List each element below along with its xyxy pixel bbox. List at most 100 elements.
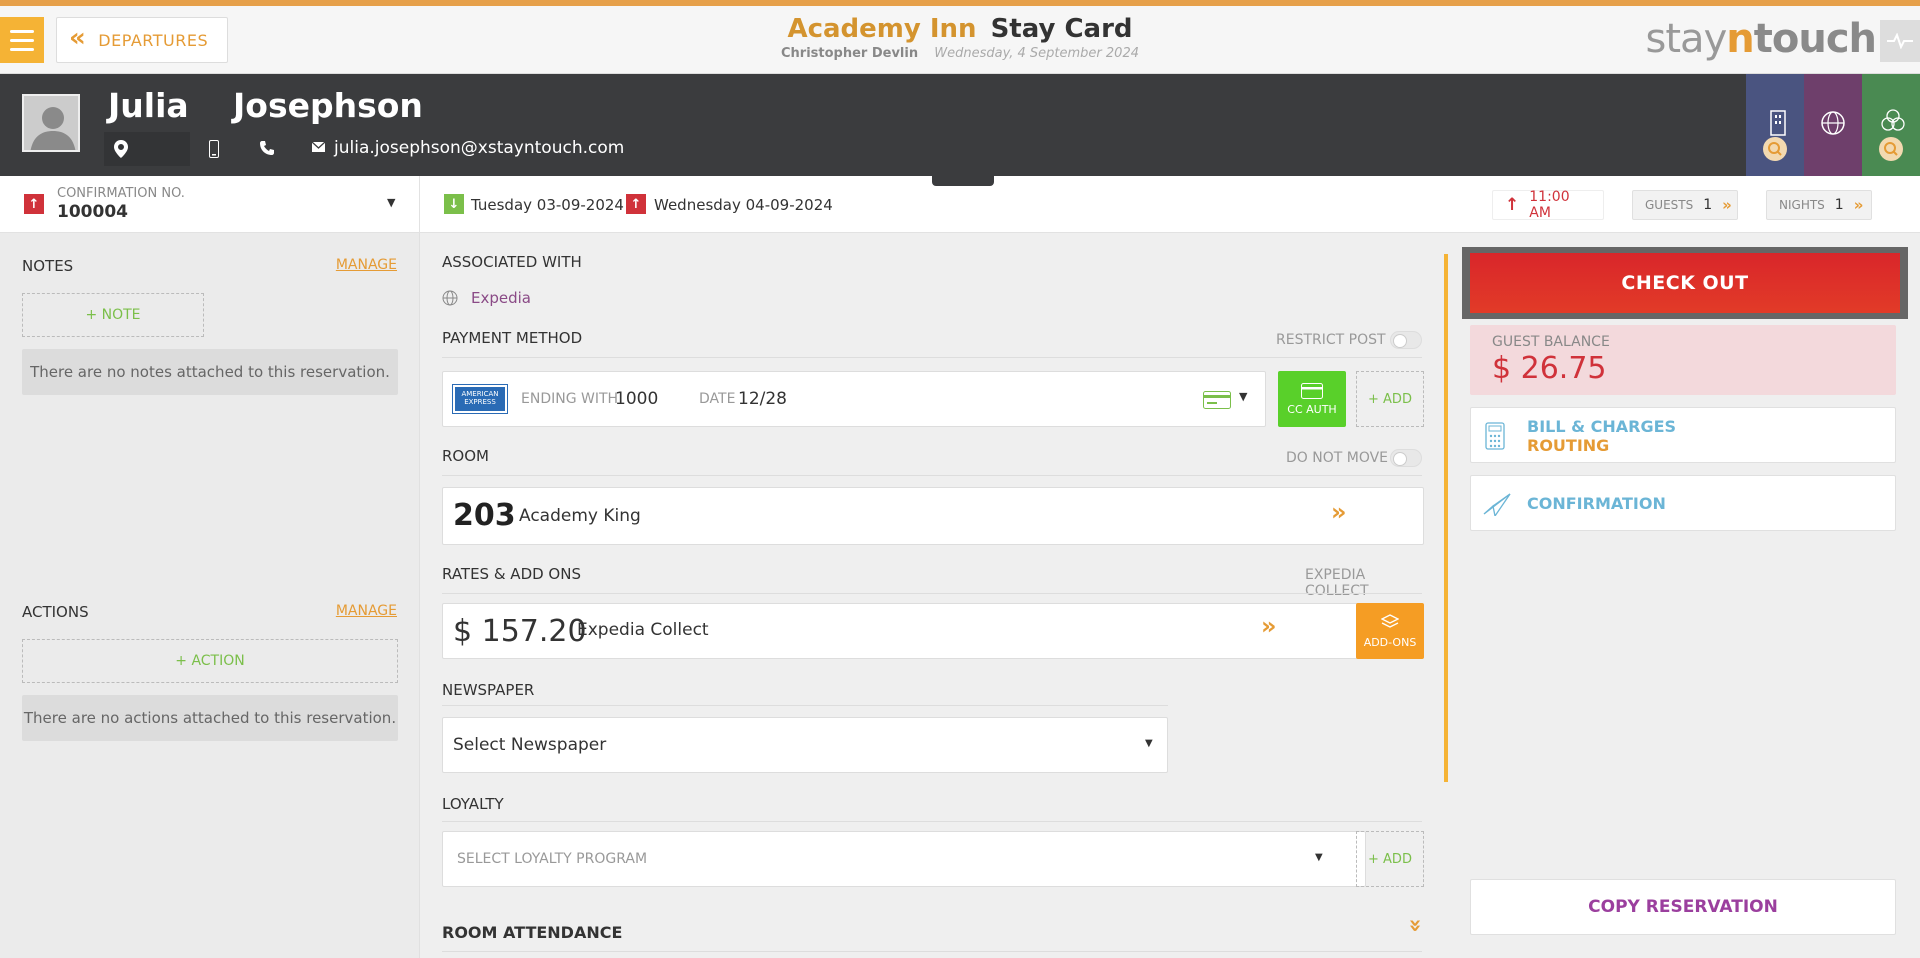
stayntouch-logo: stayntouch xyxy=(1645,16,1877,62)
rate-selector[interactable]: $ 157.20 Expedia Collect » xyxy=(442,603,1366,659)
nights-count[interactable]: NIGHTS 1 » xyxy=(1766,190,1872,220)
phone-icon[interactable] xyxy=(259,140,275,156)
guests-count[interactable]: GUESTS 1 » xyxy=(1632,190,1738,220)
chevron-double-right-icon: » xyxy=(1853,196,1864,214)
payment-card-selector[interactable]: AMERICAN EXPRESS ENDING WITH 1000 DATE 1… xyxy=(442,371,1266,427)
arrival-date[interactable]: Tuesday 03-09-2024 xyxy=(471,196,624,214)
layers-icon xyxy=(1381,613,1399,628)
cc-auth-label: CC AUTH xyxy=(1287,402,1337,416)
guest-balance-label: GUEST BALANCE xyxy=(1492,334,1610,350)
chevron-double-right-icon: » xyxy=(1331,498,1347,526)
bill-and-charges-link[interactable]: BILL & CHARGES ROUTING xyxy=(1470,407,1896,463)
guest-balance[interactable]: GUEST BALANCE $ 26.75 xyxy=(1470,325,1896,395)
copy-reservation-button[interactable]: COPY RESERVATION xyxy=(1470,879,1896,935)
right-panel: CHECK OUT GUEST BALANCE $ 26.75 BILL & C… xyxy=(1460,233,1920,958)
user-name: Christopher Devlin xyxy=(780,46,919,61)
notes-title: NOTES xyxy=(22,257,74,275)
group-circles-icon xyxy=(1881,109,1905,131)
guest-address-field[interactable] xyxy=(104,132,190,166)
scroll-indicator[interactable] xyxy=(1444,254,1448,782)
nights-label: NIGHTS xyxy=(1779,198,1825,212)
checkout-time-arrow-icon: ↑ xyxy=(1505,195,1520,215)
rate-amount: $ 157.20 xyxy=(453,614,587,649)
checkout-button[interactable]: CHECK OUT xyxy=(1470,253,1900,313)
page-title-block: Academy Inn Stay Card Christopher Devlin … xyxy=(0,14,1920,61)
ending-with-label: ENDING WITH xyxy=(521,391,619,407)
card-date-label: DATE xyxy=(699,391,736,407)
actions-title: ACTIONS xyxy=(22,603,89,621)
top-bar: « DEPARTURES Academy Inn Stay Card Christ… xyxy=(0,6,1920,74)
location-pin-icon xyxy=(114,140,128,158)
add-note-button[interactable]: + NOTE xyxy=(22,293,204,337)
guest-last-name[interactable]: Josephson xyxy=(233,86,423,125)
restrict-post-toggle[interactable] xyxy=(1390,331,1422,349)
actions-manage-link[interactable]: MANAGE xyxy=(336,603,397,619)
newspaper-selected-value: Select Newspaper xyxy=(453,735,607,755)
guest-avatar[interactable] xyxy=(22,94,80,152)
chevron-double-down-icon: » xyxy=(1722,196,1732,214)
drawer-handle[interactable] xyxy=(932,176,994,186)
tab-group[interactable] xyxy=(1862,74,1920,176)
card-date-value: 12/28 xyxy=(738,389,787,409)
guest-email[interactable]: julia.josephson@xstayntouch.com xyxy=(334,138,624,158)
mobile-phone-icon[interactable] xyxy=(209,140,219,158)
newspaper-title: NEWSPAPER xyxy=(442,681,535,699)
email-icon xyxy=(312,142,325,152)
paper-plane-icon xyxy=(1483,493,1511,516)
do-not-move-label: DO NOT MOVE xyxy=(1286,450,1389,466)
caret-down-icon: ▼ xyxy=(1145,738,1153,749)
arrow-up-icon: ↑ xyxy=(24,194,44,214)
page-title: Stay Card xyxy=(990,14,1133,44)
confirmation-label: CONFIRMATION NO. xyxy=(57,186,185,201)
globe-icon xyxy=(1821,111,1845,135)
actions-empty-message: There are no actions attached to this re… xyxy=(22,695,398,741)
guest-header: Julia Josephson julia.josephson@xstaynto… xyxy=(0,74,1920,176)
loyalty-title: LOYALTY xyxy=(442,795,504,813)
restrict-post-label: RESTRICT POST xyxy=(1276,332,1386,348)
checkout-time[interactable]: ↑ 11:00 AM xyxy=(1492,189,1604,221)
checkout-label: CHECK OUT xyxy=(1621,272,1749,294)
addons-button[interactable]: ADD-ONS xyxy=(1356,603,1424,659)
cc-auth-button[interactable]: CC AUTH xyxy=(1278,371,1346,427)
hotel-name: Academy Inn xyxy=(787,14,977,44)
add-loyalty-button[interactable]: + ADD xyxy=(1356,831,1424,887)
search-icon xyxy=(1879,137,1903,161)
room-number: 203 xyxy=(453,498,516,533)
newspaper-select[interactable]: Select Newspaper ▼ xyxy=(442,717,1168,773)
guest-first-name[interactable]: Julia xyxy=(108,86,189,125)
tab-company-card[interactable] xyxy=(1746,74,1804,176)
caret-down-icon: ▼ xyxy=(1239,390,1248,403)
confirmation-label: CONFIRMATION xyxy=(1527,494,1666,513)
caret-down-icon: ▼ xyxy=(1315,852,1323,863)
departure-date[interactable]: Wednesday 04-09-2024 xyxy=(654,196,833,214)
logo-text-stay: stay xyxy=(1645,16,1728,62)
amex-card-icon: AMERICAN EXPRESS xyxy=(452,384,508,414)
add-payment-button[interactable]: + ADD xyxy=(1356,371,1424,427)
guest-tabs xyxy=(1746,74,1920,176)
person-icon xyxy=(30,107,76,150)
activity-pulse-button[interactable] xyxy=(1880,20,1920,62)
globe-icon xyxy=(442,290,458,306)
room-selector[interactable]: 203 Academy King » xyxy=(442,487,1424,545)
payment-method-title: PAYMENT METHOD xyxy=(442,329,583,347)
room-type: Academy King xyxy=(519,506,641,526)
guests-value: 1 xyxy=(1703,197,1713,213)
logo-text-touch: touch xyxy=(1753,16,1877,62)
divider xyxy=(442,821,1422,822)
routing-label: ROUTING xyxy=(1527,436,1610,455)
caret-down-icon: ▼ xyxy=(387,196,396,209)
travel-agent-link[interactable]: Expedia xyxy=(471,289,531,307)
bill-charges-label: BILL & CHARGES xyxy=(1527,417,1677,436)
tab-travel-agent[interactable] xyxy=(1804,74,1862,176)
add-action-button[interactable]: + ACTION xyxy=(22,639,398,683)
chevron-double-down-icon[interactable]: » xyxy=(1403,918,1428,932)
confirmation-link[interactable]: CONFIRMATION xyxy=(1470,475,1896,531)
divider xyxy=(442,593,1422,594)
confirmation-selector[interactable]: ↑ CONFIRMATION NO. 100004 ▼ xyxy=(0,176,420,233)
room-attendance-title[interactable]: ROOM ATTENDANCE xyxy=(442,923,622,942)
arrival-arrow-down-icon: ↓ xyxy=(444,194,464,214)
notes-manage-link[interactable]: MANAGE xyxy=(336,257,397,273)
loyalty-program-select[interactable]: SELECT LOYALTY PROGRAM ▼ xyxy=(442,831,1366,887)
divider xyxy=(442,951,1422,952)
do-not-move-toggle[interactable] xyxy=(1390,449,1422,467)
